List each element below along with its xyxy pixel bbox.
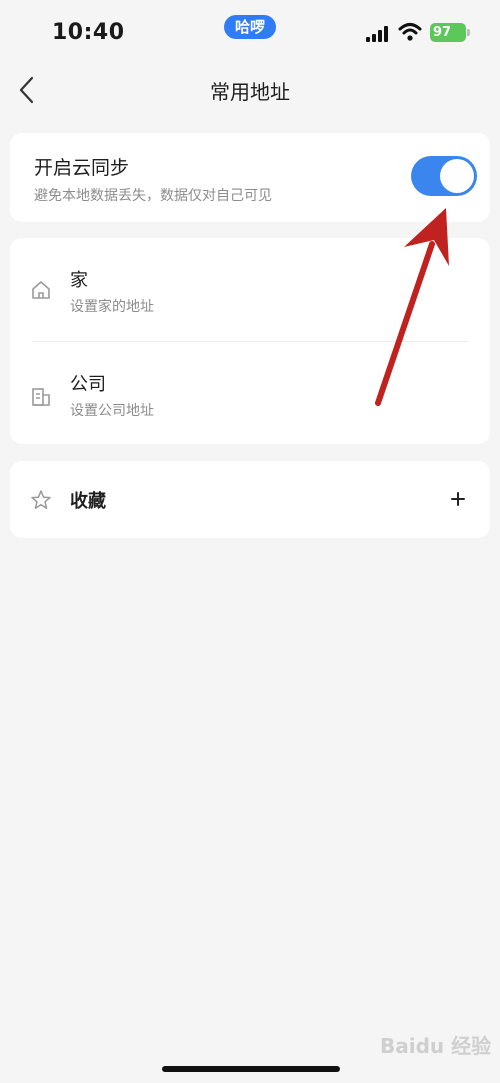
company-subtitle: 设置公司地址 <box>70 403 154 419</box>
toggle-knob <box>440 159 474 193</box>
cloud-sync-toggle[interactable] <box>411 156 477 196</box>
battery-nub <box>467 29 470 36</box>
watermark: Baidu 经验 <box>380 1034 492 1058</box>
home-indicator <box>162 1066 340 1072</box>
home-subtitle: 设置家的地址 <box>70 299 154 315</box>
nav-bar: 常用地址 <box>0 62 500 118</box>
address-card: 家 设置家的地址 公司 设置公司地址 <box>10 238 490 444</box>
building-icon <box>32 388 50 406</box>
wifi-icon <box>398 23 422 41</box>
status-bar: 10:40 哈啰 97 <box>0 0 500 62</box>
battery-level: 97 <box>433 25 452 40</box>
battery-indicator: 97 <box>430 23 466 42</box>
home-title: 家 <box>70 270 88 291</box>
home-address-row[interactable]: 家 设置家的地址 <box>10 238 490 341</box>
star-icon <box>31 490 51 509</box>
cloud-sync-title: 开启云同步 <box>34 157 130 179</box>
favorites-card[interactable]: 收藏 <box>10 461 490 538</box>
cloud-sync-subtitle: 避免本地数据丢失，数据仅对自己可见 <box>34 188 272 204</box>
home-icon <box>32 281 50 299</box>
company-address-row[interactable]: 公司 设置公司地址 <box>10 341 490 444</box>
app-badge: 哈啰 <box>224 15 276 39</box>
page-title: 常用地址 <box>210 80 290 104</box>
favorites-title: 收藏 <box>70 491 106 512</box>
cloud-sync-card: 开启云同步 避免本地数据丢失，数据仅对自己可见 <box>10 133 490 222</box>
signal-icon <box>366 26 388 42</box>
add-favorite-button[interactable] <box>446 487 470 511</box>
status-time: 10:40 <box>52 20 125 45</box>
company-title: 公司 <box>70 374 106 395</box>
